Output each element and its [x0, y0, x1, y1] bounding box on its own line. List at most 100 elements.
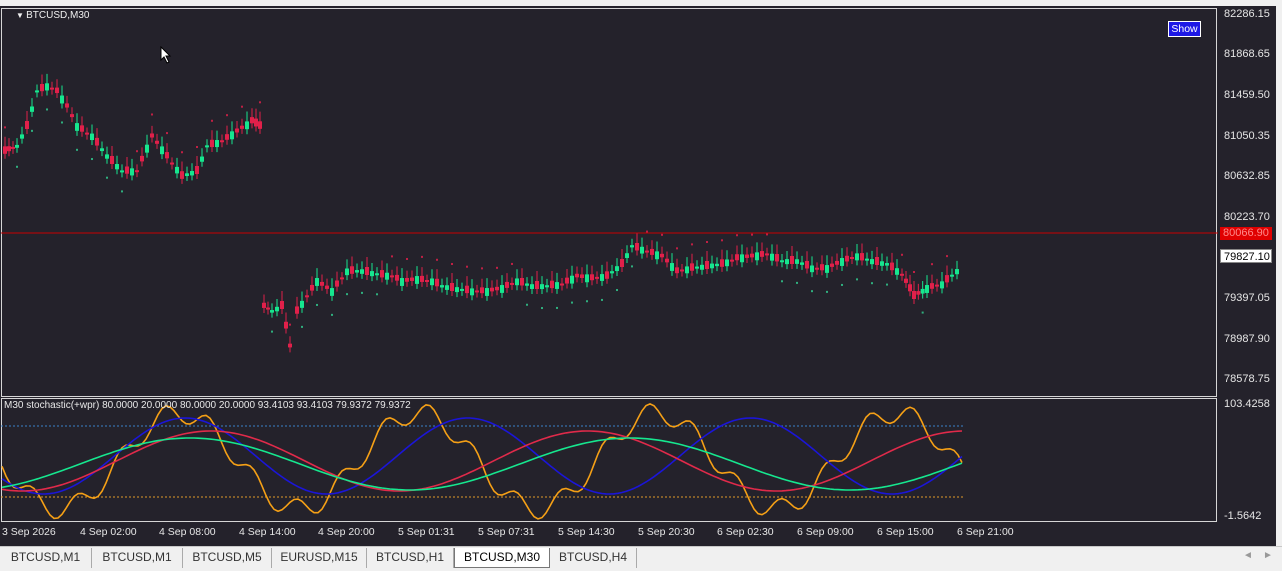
candle-body: [600, 274, 604, 281]
sar-dot: [166, 132, 168, 135]
candle-body: [475, 290, 479, 293]
time-axis-label: 5 Sep 14:30: [558, 526, 615, 538]
tab-scroll-left-icon[interactable]: ◄: [1243, 550, 1253, 561]
candle-body: [840, 258, 844, 266]
current-price-tag: 79827.10: [1220, 249, 1272, 263]
candle-body: [485, 288, 489, 296]
candle-body: [135, 170, 139, 173]
candle-body: [385, 272, 389, 280]
chart-window[interactable]: BTCUSD,M30 Show M30 stochastic(+wpr) 80.…: [0, 6, 1276, 546]
sar-dot: [646, 230, 648, 233]
candle-body: [550, 280, 554, 289]
candle-body: [805, 260, 809, 269]
candle-body: [180, 171, 184, 179]
candle-body: [895, 268, 899, 275]
candle-body: [50, 87, 54, 90]
chart-tab-bar: BTCUSD,M1 BTCUSD,M1 BTCUSD,M5 EURUSD,M15…: [0, 546, 1282, 571]
sar-dot: [196, 146, 198, 149]
candle-body: [755, 252, 759, 261]
price-chart: [1, 73, 1218, 520]
candle-body: [262, 302, 266, 308]
candle-body: [785, 259, 789, 265]
candle-body: [15, 144, 19, 148]
sar-dot: [331, 313, 333, 316]
candle-body: [675, 267, 679, 274]
candle-body: [745, 254, 749, 258]
scrollbar[interactable]: [1276, 6, 1282, 546]
sar-dot: [91, 158, 93, 161]
candle-body: [45, 83, 49, 91]
sar-dot: [496, 266, 498, 269]
candle-body: [870, 259, 874, 265]
candle-body: [345, 268, 349, 276]
price-line-tag: 80066.90: [1220, 227, 1272, 240]
candle-body: [535, 281, 539, 289]
candle-body: [225, 134, 229, 140]
sar-dots: [4, 101, 948, 333]
sar-dot: [901, 253, 903, 256]
tab-scroll-right-icon[interactable]: ►: [1263, 550, 1273, 561]
candle-body: [695, 266, 699, 269]
sar-dot: [526, 303, 528, 306]
chart-tab[interactable]: BTCUSD,M5: [183, 548, 272, 568]
candle-body: [890, 262, 894, 271]
chart-tab[interactable]: BTCUSD,H4: [550, 548, 637, 568]
candle-body: [720, 259, 724, 267]
candle-body: [25, 121, 29, 129]
candle-body: [820, 264, 824, 271]
candle-body: [115, 164, 119, 170]
candle-body: [620, 259, 624, 267]
candle-body: [525, 283, 529, 286]
candle-body: [850, 257, 854, 260]
sar-dot: [921, 311, 924, 314]
candle-body: [560, 283, 564, 286]
indicator-title: M30 stochastic(+wpr) 80.0000 20.0000 80.…: [4, 400, 411, 411]
candle-body: [165, 152, 169, 159]
sar-dot: [796, 281, 798, 284]
price-scale-label: 78987.90: [1224, 333, 1270, 345]
candle-body: [230, 131, 234, 140]
chart-tab[interactable]: BTCUSD,M1: [92, 548, 183, 568]
candle-body: [685, 266, 689, 274]
sar-dot: [886, 283, 888, 286]
mouse-cursor-icon: [160, 46, 172, 64]
sar-dot: [436, 258, 438, 261]
price-scale-label: 81050.35: [1224, 130, 1270, 142]
sar-dot: [661, 233, 663, 236]
candle-body: [705, 261, 709, 269]
candle-body: [860, 253, 864, 261]
candle-body: [455, 287, 459, 293]
sar-dot: [931, 263, 933, 266]
chart-tab[interactable]: EURUSD,M15: [272, 548, 367, 568]
candle-body: [920, 288, 925, 294]
candle-body: [710, 263, 714, 269]
candle-body: [780, 260, 784, 263]
candle-body: [610, 271, 614, 274]
chart-tab[interactable]: BTCUSD,M1: [0, 548, 92, 568]
candle-body: [750, 253, 754, 258]
candle-body: [795, 259, 799, 264]
candle-body: [945, 275, 949, 283]
sar-dot: [61, 121, 63, 124]
candle-body: [200, 156, 204, 162]
sar-dot: [691, 243, 693, 246]
candle-body: [75, 123, 79, 131]
chart-tab[interactable]: BTCUSD,H1: [367, 548, 454, 568]
candle-body: [925, 285, 929, 293]
stochastic-main-line: [1, 417, 963, 495]
candle-body: [35, 90, 39, 93]
sar-dot: [706, 241, 708, 244]
symbol-title: BTCUSD,M30: [16, 10, 89, 21]
candle-body: [904, 278, 908, 283]
candle-body: [320, 281, 324, 286]
candle-body: [30, 106, 34, 112]
sar-dot: [211, 119, 213, 122]
show-button[interactable]: Show: [1168, 21, 1201, 37]
candle-body: [335, 280, 339, 287]
sar-dot: [481, 267, 483, 270]
candle-body: [790, 256, 794, 264]
candle-body: [420, 275, 424, 282]
candle-body: [660, 253, 664, 258]
sar-dot: [241, 105, 243, 108]
chart-tab-active[interactable]: BTCUSD,M30: [454, 548, 550, 568]
